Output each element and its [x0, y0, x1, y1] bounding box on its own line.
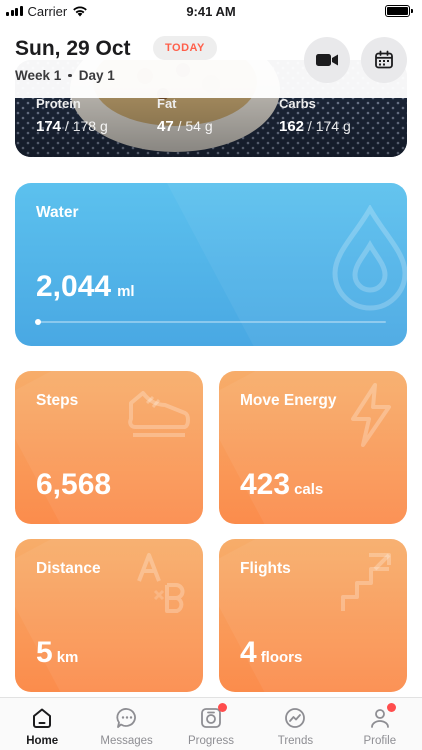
- water-value: 2,044: [36, 270, 112, 303]
- day-label: Day 1: [78, 68, 115, 83]
- video-camera-icon: [316, 54, 338, 66]
- calendar-icon: [375, 50, 393, 69]
- flights-card[interactable]: Flights 4 floors: [219, 539, 407, 692]
- fat-label: Fat: [157, 96, 177, 111]
- trends-icon: [285, 708, 306, 728]
- sneaker-icon: [128, 391, 190, 437]
- day-header: Sun, 29 Oct TODAY Week 1 Day 1: [0, 22, 422, 98]
- water-progress-track[interactable]: [36, 321, 386, 323]
- distance-title: Distance: [36, 560, 101, 577]
- messages-icon: [116, 708, 136, 728]
- distance-card[interactable]: Distance 5 km: [15, 539, 203, 692]
- water-card[interactable]: Water 2,044 ml: [15, 183, 407, 346]
- tab-profile[interactable]: Profile: [338, 698, 422, 750]
- video-button[interactable]: [304, 37, 350, 83]
- water-unit: ml: [117, 283, 135, 300]
- protein-value: 174: [36, 118, 62, 135]
- carbs-stat: Carbs 162 / 174 g: [279, 96, 351, 135]
- move-energy-unit: cals: [294, 481, 324, 498]
- progress-badge-dot: [218, 703, 228, 712]
- tab-messages-label: Messages: [100, 735, 153, 747]
- profile-badge-dot: [386, 703, 396, 712]
- move-energy-title: Move Energy: [240, 392, 337, 409]
- lightning-bolt-icon: [351, 383, 391, 447]
- tab-trends-label: Trends: [277, 735, 314, 747]
- tab-home[interactable]: Home: [0, 698, 84, 750]
- flights-title: Flights: [240, 560, 291, 577]
- fat-target: 54 g: [185, 118, 213, 134]
- protein-stat: Protein 174 / 178 g: [36, 96, 108, 135]
- page-title[interactable]: Sun, 29 Oct: [15, 37, 131, 61]
- fat-stat: Fat 47 / 54 g: [157, 96, 213, 135]
- carrier-label: Carrier: [27, 3, 68, 19]
- tab-home-label: Home: [26, 735, 59, 747]
- water-title: Water: [36, 204, 79, 221]
- battery-icon: [385, 5, 413, 17]
- tab-trends[interactable]: Trends: [253, 698, 337, 750]
- distance-value: 5: [36, 636, 53, 669]
- status-bar: Carrier 9:41 AM: [0, 0, 422, 22]
- week-day-line: Week 1 Day 1: [15, 68, 115, 83]
- flights-value: 4: [240, 636, 257, 669]
- stairs-icon: [341, 553, 391, 611]
- protein-label: Protein: [36, 96, 81, 111]
- move-energy-value: 423: [240, 468, 291, 501]
- home-icon: [33, 708, 52, 728]
- fat-value: 47: [157, 118, 174, 135]
- steps-title: Steps: [36, 392, 79, 409]
- steps-value: 6,568: [36, 468, 112, 501]
- tab-profile-label: Profile: [363, 735, 397, 747]
- status-time: 9:41 AM: [186, 3, 236, 19]
- today-badge[interactable]: TODAY: [153, 36, 217, 60]
- move-energy-card[interactable]: Move Energy 423 cals: [219, 371, 407, 524]
- signal-icon: [6, 6, 23, 16]
- wifi-icon: [73, 6, 88, 17]
- week-label: Week 1: [15, 68, 62, 83]
- calendar-button[interactable]: [361, 37, 407, 83]
- a-to-b-icon: [137, 553, 185, 613]
- carbs-target: 174 g: [315, 118, 351, 134]
- water-drop-icon: [332, 205, 407, 311]
- water-progress-knob[interactable]: [35, 319, 41, 325]
- tab-progress[interactable]: Progress: [169, 698, 253, 750]
- flights-unit: floors: [260, 649, 303, 666]
- tab-bar: Home Messages Progress Trends Profile: [0, 697, 422, 750]
- protein-target: 178 g: [72, 118, 108, 134]
- tab-messages[interactable]: Messages: [84, 698, 168, 750]
- distance-unit: km: [56, 649, 79, 666]
- carbs-value: 162: [279, 118, 305, 135]
- carbs-label: Carbs: [279, 96, 316, 111]
- tab-progress-label: Progress: [188, 735, 235, 747]
- steps-card[interactable]: Steps 6,568: [15, 371, 203, 524]
